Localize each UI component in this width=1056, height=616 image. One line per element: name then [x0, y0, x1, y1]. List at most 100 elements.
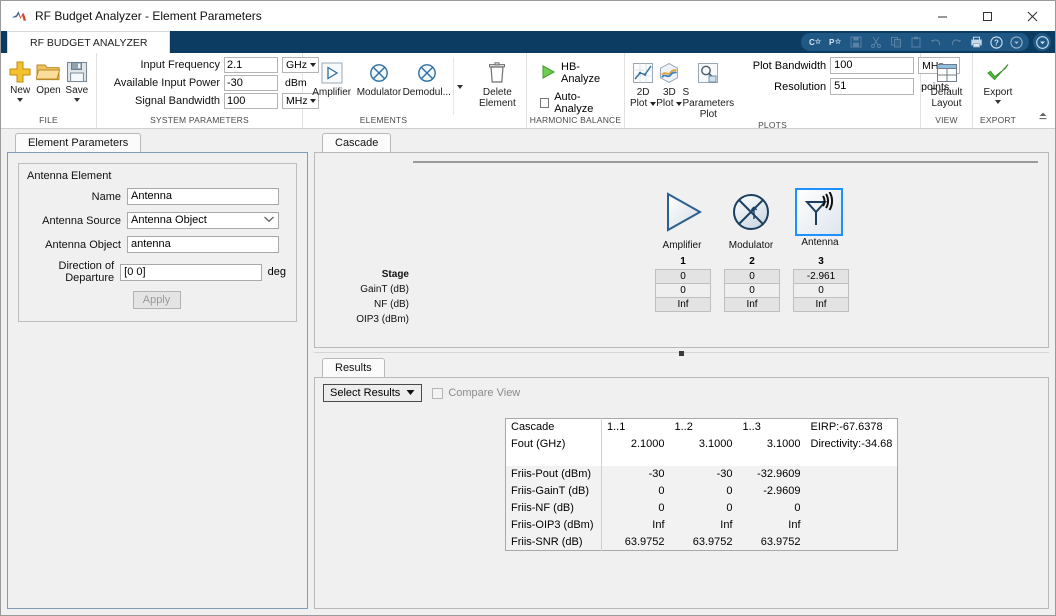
antenna-element[interactable]: Antenna — [795, 188, 845, 248]
antenna-selection-box — [795, 188, 843, 236]
table-row: Friis-NF (dB) 0 0 0 — [506, 500, 898, 517]
chevron-down-icon[interactable] — [74, 98, 80, 102]
export-button[interactable]: Export — [978, 57, 1018, 104]
cascade-inner: Stage GainT (dB) NF (dB) OIP3 (dBm) — [315, 153, 1048, 347]
available-input-power-input[interactable]: -30 — [224, 75, 278, 91]
results-directivity: Directivity:-34.68 — [806, 436, 898, 453]
undo-icon[interactable] — [929, 35, 943, 49]
element-parameters-tabs: Element Parameters — [7, 133, 308, 152]
direction-of-departure-field[interactable]: [0 0] — [120, 264, 262, 281]
ribbon-group-plots: 2D Plot 3D — [625, 53, 921, 128]
results-cell: -30 — [670, 466, 738, 483]
redo-icon[interactable] — [949, 35, 963, 49]
tab-results[interactable]: Results — [322, 358, 385, 377]
demodulator-button[interactable]: Demodul... — [403, 57, 451, 98]
elements-more-button[interactable] — [453, 57, 466, 115]
signal-bandwidth-input[interactable]: 100 — [224, 93, 278, 109]
mixer-icon — [368, 59, 390, 87]
ribbon-group-file-label: FILE — [1, 115, 96, 128]
save-icon[interactable] — [849, 35, 863, 49]
stage-1-gaint[interactable]: 0 — [655, 269, 711, 284]
2d-plot-button[interactable]: 2D Plot — [630, 57, 656, 109]
collapse-ribbon-button[interactable] — [1037, 110, 1049, 125]
pane-splitter[interactable] — [314, 348, 1049, 358]
apply-button[interactable]: Apply — [133, 291, 181, 309]
results-cell — [806, 534, 898, 551]
2d-plot-label-line2: Plot — [630, 98, 647, 109]
minimize-button[interactable] — [920, 1, 965, 31]
antenna-object-row: Antenna Object antenna — [27, 236, 286, 253]
antenna-source-select[interactable]: Antenna Object — [127, 212, 279, 229]
help-icon[interactable]: ? — [989, 35, 1003, 49]
resolution-input[interactable]: 51 — [830, 78, 914, 95]
compare-view-checkbox[interactable]: Compare View — [432, 387, 520, 399]
stage-3-nf[interactable]: 0 — [793, 283, 849, 298]
compare-favorites-icon[interactable]: C — [809, 35, 823, 49]
save-button[interactable]: Save — [63, 57, 91, 102]
auto-analyze-checkbox[interactable]: Auto-Analyze — [540, 91, 613, 115]
tab-element-parameters[interactable]: Element Parameters — [15, 133, 141, 152]
modulator-button[interactable]: Modulator — [355, 57, 402, 98]
available-input-power-row: Available Input Power -30 dBm — [108, 75, 319, 91]
plot-bandwidth-input[interactable]: 100 — [830, 57, 914, 74]
stage-3-gaint[interactable]: -2.961 — [793, 269, 849, 284]
cascade-row-labels: Stage GainT (dB) NF (dB) OIP3 (dBm) — [325, 267, 409, 327]
results-cell: Inf — [602, 517, 670, 534]
hb-analyze-button[interactable]: HB-Analyze — [540, 61, 613, 85]
antenna-object-label: Antenna Object — [27, 239, 127, 251]
new-button[interactable]: New — [6, 57, 34, 102]
tab-cascade[interactable]: Cascade — [322, 133, 391, 152]
amplifier-button-label: Amplifier — [312, 87, 351, 98]
stage-2-nf[interactable]: 0 — [724, 283, 780, 298]
delete-element-button[interactable]: Delete Element — [474, 57, 521, 109]
chevron-down-icon[interactable] — [17, 98, 23, 102]
modulator-element[interactable]: Modulator — [726, 188, 776, 251]
open-button[interactable]: Open — [34, 57, 62, 96]
results-cell: 2.1000 — [602, 436, 670, 453]
input-frequency-input[interactable]: 2.1 — [224, 57, 278, 73]
cut-icon[interactable] — [869, 35, 883, 49]
stage-2-gaint[interactable]: 0 — [724, 269, 780, 284]
amplifier-element[interactable]: Amplifier — [657, 188, 707, 251]
chevron-down-icon[interactable] — [995, 100, 1001, 104]
stage-1-oip3[interactable]: Inf — [655, 297, 711, 312]
export-button-label: Export — [984, 87, 1013, 98]
splitter-handle[interactable] — [679, 351, 684, 356]
plot-bandwidth-label: Plot Bandwidth — [742, 60, 826, 72]
results-cell: 3.1000 — [670, 436, 738, 453]
results-panel: Select Results Compare View Cascade — [314, 377, 1049, 609]
stage-2-oip3[interactable]: Inf — [724, 297, 780, 312]
select-results-dropdown[interactable]: Select Results — [323, 384, 422, 402]
close-button[interactable] — [1010, 1, 1055, 31]
maximize-button[interactable] — [965, 1, 1010, 31]
table-row: Friis-Pout (dBm) -30 -30 -32.9609 — [506, 466, 898, 483]
results-row-label: Friis-GainT (dB) — [506, 483, 602, 500]
3d-plot-button[interactable]: 3D Plot — [656, 57, 682, 109]
delete-element-label-line2: Element — [479, 98, 516, 109]
ribbon-options-icon[interactable] — [1033, 33, 1051, 51]
antenna-object-field[interactable]: antenna — [127, 236, 279, 253]
stage-3-oip3[interactable]: Inf — [793, 297, 849, 312]
results-cell — [670, 453, 738, 466]
paste-icon[interactable] — [909, 35, 923, 49]
default-layout-button[interactable]: Default Layout — [926, 57, 967, 109]
name-field[interactable]: Antenna — [127, 188, 279, 205]
direction-of-departure-label: Direction of Departure — [27, 260, 120, 284]
s-parameters-plot-button[interactable]: S Parameters Plot — [682, 57, 734, 120]
print-icon[interactable] — [969, 35, 983, 49]
signal-bandwidth-label: Signal Bandwidth — [108, 95, 220, 107]
checkbox-icon — [540, 98, 549, 108]
element-parameters-panel: Antenna Element Name Antenna Antenna Sou… — [7, 152, 308, 609]
folder-icon — [36, 59, 61, 85]
stage-1-nf[interactable]: 0 — [655, 283, 711, 298]
copy-icon[interactable] — [889, 35, 903, 49]
cascade-canvas[interactable]: Amplifier — [413, 161, 1038, 163]
publish-favorites-icon[interactable]: P — [829, 35, 843, 49]
amplifier-button[interactable]: Amplifier — [308, 57, 355, 98]
tab-rf-budget-analyzer[interactable]: RF BUDGET ANALYZER — [7, 31, 170, 53]
results-cell: Inf — [670, 517, 738, 534]
3d-plot-label-line1: 3D — [663, 87, 676, 98]
customize-quick-access-icon[interactable] — [1009, 35, 1023, 49]
rf-budget-analyzer-window: RF Budget Analyzer - Element Parameters … — [0, 0, 1056, 616]
row-label-stage: Stage — [325, 267, 409, 282]
